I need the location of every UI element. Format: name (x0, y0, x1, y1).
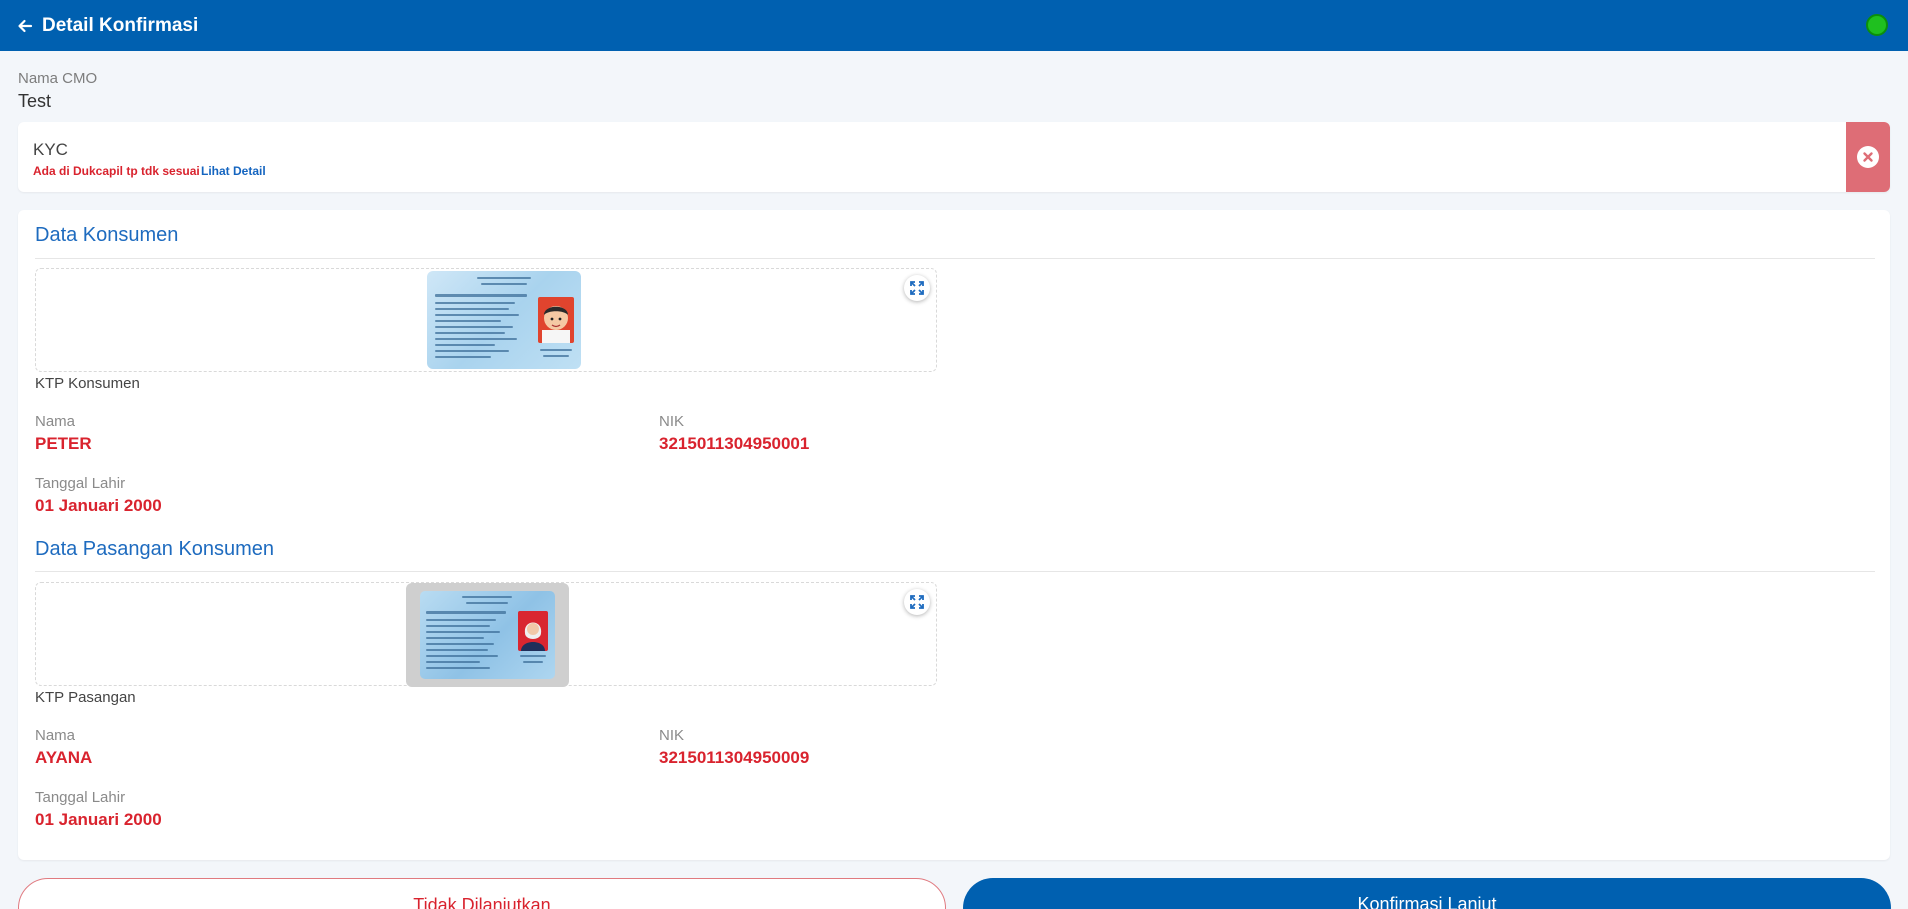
expand-icon (910, 595, 924, 609)
expand-icon (910, 281, 924, 295)
nik-konsumen-label: NIK (659, 413, 685, 430)
kyc-reject-button[interactable] (1846, 122, 1890, 192)
nik-pasangan-value: 3215011304950009 (659, 748, 810, 767)
nik-konsumen-value: 3215011304950001 (659, 434, 810, 453)
ktp-konsumen-image-box (35, 268, 937, 372)
tidak-dilanjutkan-button[interactable]: Tidak Dilanjutkan (18, 878, 946, 909)
expand-konsumen-button[interactable] (904, 275, 930, 301)
lihat-detail-link[interactable]: Lihat Detail (201, 164, 266, 178)
kyc-status-text: Ada di Dukcapil tp tdk sesuai (33, 164, 200, 178)
kyc-title: KYC (33, 140, 68, 159)
top-bar: Detail Konfirmasi (0, 0, 1908, 51)
ktp-photo (518, 611, 548, 651)
status-indicator (1866, 14, 1888, 36)
konfirmasi-lanjut-button[interactable]: Konfirmasi Lanjut (963, 878, 1891, 909)
ktp-konsumen-image[interactable] (427, 271, 581, 369)
expand-pasangan-button[interactable] (904, 589, 930, 615)
section-divider (35, 258, 1875, 259)
cmo-value: Test (18, 91, 52, 111)
ktp-photo (538, 297, 574, 343)
back-arrow-icon[interactable] (16, 17, 34, 35)
nama-konsumen-value: PETER (35, 434, 92, 453)
data-card: Data Konsumen KTP Konsumen Nama PETER NI… (18, 210, 1890, 860)
kyc-card: KYC Ada di Dukcapil tp tdk sesuai Lihat … (18, 122, 1890, 192)
page-title: Detail Konfirmasi (42, 14, 199, 36)
nama-konsumen-label: Nama (35, 413, 76, 430)
section-title-pasangan: Data Pasangan Konsumen (35, 538, 275, 560)
section-title-konsumen: Data Konsumen (35, 224, 179, 246)
ktp-pasangan-image-box (35, 582, 937, 687)
ktp-pasangan-image[interactable] (406, 583, 569, 687)
nik-pasangan-label: NIK (659, 727, 685, 744)
nama-pasangan-value: AYANA (35, 748, 93, 767)
ktp-konsumen-caption: KTP Konsumen (35, 375, 140, 392)
ktp-pasangan-caption: KTP Pasangan (35, 689, 136, 706)
close-circle-icon (1857, 146, 1879, 168)
tgl-lahir-pasangan-value: 01 Januari 2000 (35, 810, 162, 829)
nama-pasangan-label: Nama (35, 727, 76, 744)
section-divider (35, 571, 1875, 572)
tgl-lahir-konsumen-value: 01 Januari 2000 (35, 496, 162, 515)
tgl-lahir-konsumen-label: Tanggal Lahir (35, 475, 126, 492)
tgl-lahir-pasangan-label: Tanggal Lahir (35, 789, 126, 806)
cmo-label: Nama CMO (18, 70, 98, 87)
